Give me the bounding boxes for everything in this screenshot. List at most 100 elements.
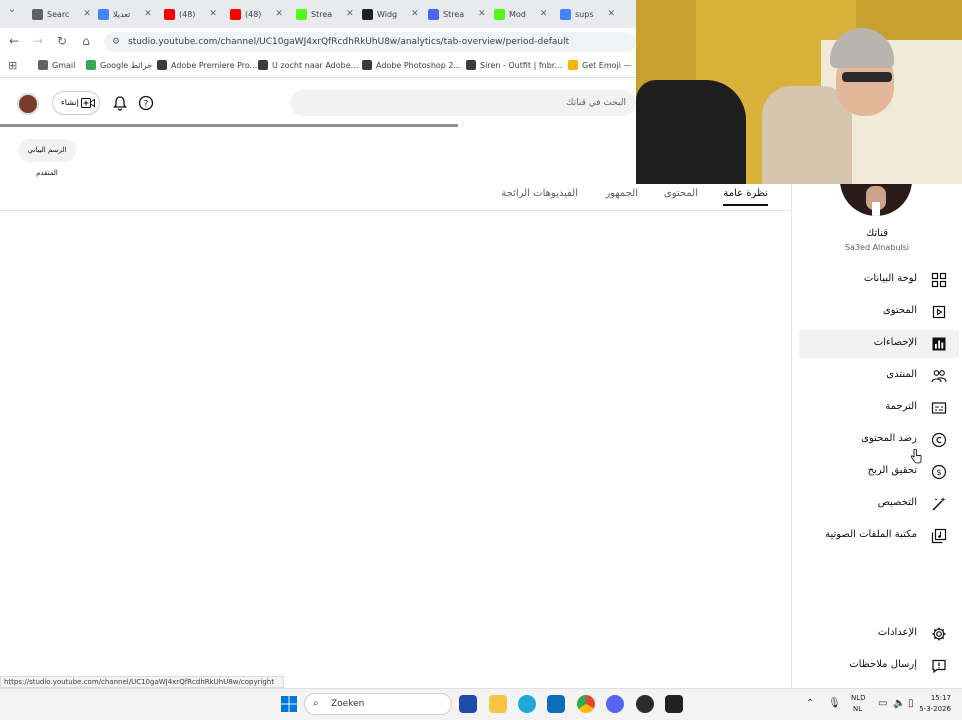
subtitles-icon	[931, 402, 947, 414]
tab-close-icon[interactable]: ✕	[83, 9, 91, 19]
sidebar-item-copyright[interactable]: رصد المحتوى	[799, 426, 959, 454]
network-icon[interactable]: ▭	[878, 698, 887, 709]
tab-search-icon[interactable]: ⌄	[4, 4, 20, 15]
browser-tab[interactable]: Strea ✕	[428, 4, 486, 24]
site-info-icon[interactable]: ⚙	[112, 32, 120, 52]
analytics-tabs: نظرة عامة المحتوى الجمهور الفيديوهات الر…	[0, 184, 790, 211]
link-hover-status: https://studio.youtube.com/channel/UC10g…	[0, 676, 284, 688]
notifications-bell-icon[interactable]	[112, 95, 128, 111]
address-bar[interactable]: ⚙ studio.youtube.com/channel/UC10gaWJ4xr…	[104, 32, 636, 52]
sidebar-item-analytics[interactable]: الإحصاءات	[799, 330, 959, 358]
tab-close-icon[interactable]: ✕	[478, 9, 486, 19]
avatar[interactable]	[17, 93, 39, 115]
clock-date[interactable]: 5-3-2026	[915, 705, 951, 713]
browser-tab-label: تعديلا	[113, 9, 131, 19]
advanced-mode-chip[interactable]: الرسم البياني المتقدم	[18, 139, 76, 177]
browser-tab[interactable]: تعديلا ✕	[98, 4, 152, 24]
browser-tab[interactable]: Widg ✕	[362, 4, 419, 24]
tab-content[interactable]: المحتوى	[664, 188, 698, 199]
reload-icon[interactable]: ↻	[54, 34, 70, 48]
customization-icon	[932, 497, 946, 511]
tray-chevron-up-icon[interactable]: ⌃	[806, 698, 814, 709]
channel-search-input[interactable]: البحث في قناتك	[290, 90, 636, 116]
sidebar-item-label: تحقيق الربح	[867, 465, 917, 476]
sidebar-item-label: المحتوى	[882, 305, 917, 316]
language-code[interactable]: NLD	[851, 694, 866, 702]
battery-icon[interactable]: ▯	[908, 698, 914, 709]
sidebar-item-audio-library[interactable]: مكتبة الملفات الصوتية	[799, 522, 959, 550]
tab-audience[interactable]: الجمهور	[605, 188, 638, 199]
bookmark-favicon-icon	[86, 60, 96, 70]
sidebar-item-customization[interactable]: التخصيص	[799, 490, 959, 518]
tab-close-icon[interactable]: ✕	[275, 9, 283, 19]
sidebar-item-feedback[interactable]: إرسال ملاحظات	[799, 652, 959, 680]
discord-icon[interactable]	[606, 695, 624, 713]
browser-tab-label: Widg	[377, 9, 398, 19]
create-button[interactable]: إنشاء	[52, 91, 100, 115]
tab-close-icon[interactable]: ✕	[346, 9, 354, 19]
windows-start-icon[interactable]	[280, 695, 298, 713]
home-icon[interactable]: ⌂	[78, 34, 94, 48]
keyboard-layout[interactable]: NL	[853, 705, 862, 713]
url-text: studio.youtube.com/channel/UC10gaWJ4xrQf…	[128, 37, 570, 47]
settings-icon	[932, 627, 946, 641]
tab-close-icon[interactable]: ✕	[209, 9, 217, 19]
browser-tab[interactable]: Strea ✕	[296, 4, 354, 24]
bookmark-item[interactable]: Adobe Premiere Pro...	[157, 60, 257, 70]
bookmark-favicon-icon	[38, 60, 48, 70]
browser-tab[interactable]: sups ✕	[560, 4, 615, 24]
microphone-icon[interactable]: 🎙	[828, 698, 841, 709]
bookmark-favicon-icon	[568, 60, 578, 70]
bookmark-item[interactable]: Get Emoji —	[568, 60, 632, 70]
tab-close-icon[interactable]: ✕	[144, 9, 152, 19]
apps-grid-icon[interactable]: ⊞	[8, 59, 17, 72]
edge-browser-icon[interactable]	[518, 695, 536, 713]
sidebar-item-label: الإحصاءات	[873, 337, 917, 348]
svg-text:?: ?	[144, 100, 149, 110]
sidebar-item-subtitles[interactable]: الترجمة	[799, 394, 959, 422]
tab-overview[interactable]: نظرة عامة	[723, 188, 768, 206]
back-arrow-icon[interactable]: ←	[6, 34, 22, 48]
bookmark-label: Get Emoji —	[582, 60, 632, 70]
sidebar-item-community[interactable]: المنتدى	[799, 362, 959, 390]
bookmark-item[interactable]: Gmail	[38, 60, 75, 70]
sidebar-item-content[interactable]: المحتوى	[799, 298, 959, 326]
browser-tab[interactable]: (48) ✕	[164, 4, 217, 24]
bookmark-item[interactable]: U zocht naar Adobe...	[258, 60, 358, 70]
file-explorer-icon[interactable]	[489, 695, 507, 713]
outlook-icon[interactable]	[547, 695, 565, 713]
bookmark-item[interactable]: Adobe Photoshop 2...	[362, 60, 461, 70]
bookmark-item[interactable]: Google خرائط	[86, 60, 152, 70]
tab-favicon-icon	[164, 8, 175, 20]
bookmark-item[interactable]: Siren - Outfit | fnbr...	[466, 60, 562, 70]
browser-tab[interactable]: (48) ✕	[230, 4, 283, 24]
chrome-icon[interactable]	[577, 695, 595, 713]
sidebar-item-label: إرسال ملاحظات	[849, 659, 917, 670]
content-icon	[932, 305, 946, 319]
webcam-person-sunglasses	[842, 72, 892, 82]
tab-close-icon[interactable]: ✕	[607, 9, 615, 19]
sidebar-item-monetization[interactable]: تحقيق الربح $	[799, 458, 959, 486]
capcut-icon[interactable]	[665, 695, 683, 713]
forward-arrow-icon[interactable]: →	[30, 34, 46, 48]
obs-icon[interactable]	[636, 695, 654, 713]
tab-favicon-icon	[362, 8, 373, 20]
tab-favicon-icon	[296, 8, 307, 20]
channel-title: قناتك	[865, 228, 889, 239]
taskbar-app-icon[interactable]	[459, 695, 477, 713]
volume-icon[interactable]: 🔈	[893, 698, 905, 709]
tab-trending-videos[interactable]: الفيديوهات الرائجة	[501, 188, 578, 199]
sidebar-item-dashboard[interactable]: لوحة البيانات	[799, 266, 959, 294]
browser-tab[interactable]: Searc ✕	[32, 4, 91, 24]
tab-favicon-icon	[560, 8, 571, 20]
taskbar-search-icon: ⌕	[313, 698, 319, 709]
help-icon[interactable]: ?	[138, 95, 154, 111]
browser-tab-label: Mod	[509, 9, 526, 19]
sidebar-item-settings[interactable]: الإعدادات	[799, 620, 959, 648]
browser-tab[interactable]: Mod ✕	[494, 4, 547, 24]
tab-close-icon[interactable]: ✕	[540, 9, 548, 19]
clock-time[interactable]: 15:17	[925, 694, 951, 702]
taskbar-search-input[interactable]: ⌕ Zoeken	[304, 693, 452, 715]
advanced-mode-label: الرسم البياني المتقدم	[27, 146, 67, 177]
tab-close-icon[interactable]: ✕	[411, 9, 419, 19]
